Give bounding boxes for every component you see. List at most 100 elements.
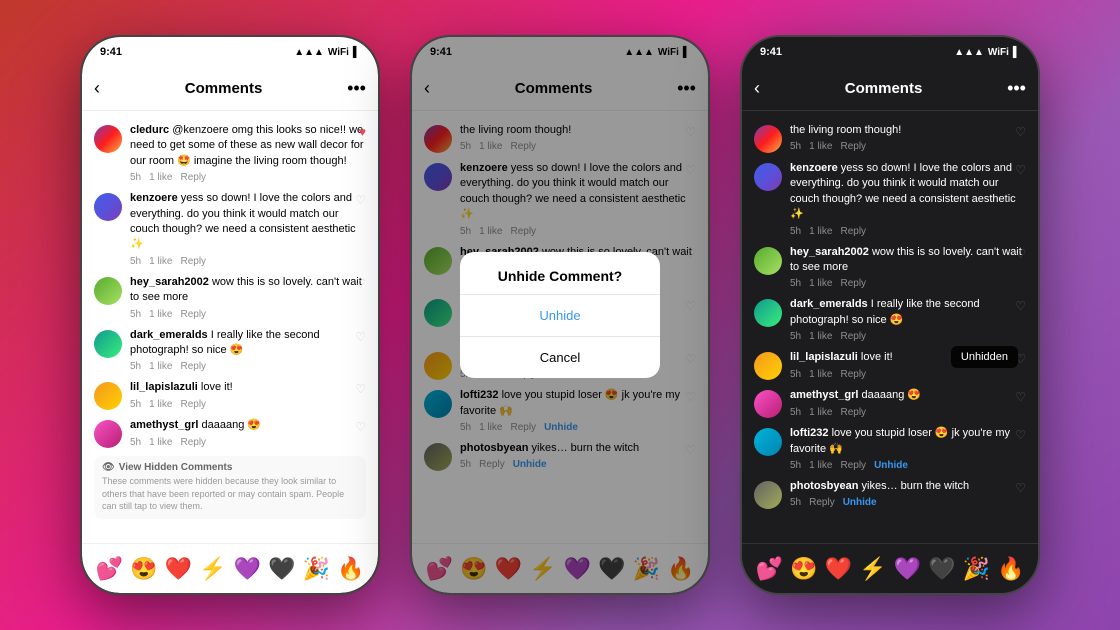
emoji-6-right[interactable]: 🖤	[928, 556, 955, 582]
heart-photos-right[interactable]: ♡	[1015, 481, 1026, 495]
reply-photos-right[interactable]: Reply	[809, 497, 835, 508]
heart-1-right[interactable]: ♡	[1015, 125, 1026, 139]
comment-1-left: cledurc @kenzoere omg this looks so nice…	[82, 119, 378, 187]
emoji-8-right[interactable]: 🔥	[997, 556, 1024, 582]
heart-1[interactable]: ♥	[359, 125, 366, 139]
signal-icon: ▲▲▲	[294, 47, 324, 58]
likes-5: 1 like	[149, 399, 172, 410]
reply-btn-1[interactable]: Reply	[180, 172, 206, 183]
username-2: kenzoere	[130, 192, 178, 204]
username-3: hey_sarah2002	[130, 276, 209, 288]
back-button-left[interactable]: ‹	[94, 78, 100, 99]
heart-4[interactable]: ♡	[355, 330, 366, 344]
heart-2[interactable]: ♡	[355, 193, 366, 207]
emoji-7-right[interactable]: 🎉	[963, 556, 990, 582]
likes-6-right: 1 like	[809, 407, 832, 418]
emoji-2-right[interactable]: 😍	[790, 556, 817, 582]
nav-title-right: Comments	[845, 80, 923, 97]
more-button-right[interactable]: •••	[1007, 78, 1026, 99]
reply-btn-5[interactable]: Reply	[180, 399, 206, 410]
more-button-left[interactable]: •••	[347, 78, 366, 99]
time-3-right: 5h	[790, 278, 801, 289]
likes-2: 1 like	[149, 256, 172, 267]
emoji-3-right[interactable]: ❤️	[825, 556, 852, 582]
emoji-confetti[interactable]: 🎉	[303, 556, 330, 582]
unhide-comment-modal: Unhide Comment? Unhide Cancel	[460, 252, 660, 378]
reply-5-right[interactable]: Reply	[840, 369, 866, 380]
heart-4-right[interactable]: ♡	[1015, 299, 1026, 313]
reply-lofti-right[interactable]: Reply	[840, 460, 866, 471]
unhide-confirm-button[interactable]: Unhide	[460, 295, 660, 336]
meta-1: 5h 1 like Reply	[130, 172, 366, 183]
reply-1-right[interactable]: Reply	[840, 141, 866, 152]
emoji-5-right[interactable]: 💜	[894, 556, 921, 582]
heart-3-right[interactable]: ♡	[1015, 247, 1026, 261]
comment-text-3-right: hey_sarah2002 wow this is so lovely. can…	[790, 245, 1026, 276]
avatar-lil-l	[94, 382, 122, 410]
reply-btn-2[interactable]: Reply	[180, 256, 206, 267]
cancel-button[interactable]: Cancel	[460, 337, 660, 378]
username-5: lil_lapislazuli	[130, 381, 198, 393]
meta-4-right: 5h 1 like Reply	[790, 331, 1026, 342]
heart-6-right[interactable]: ♡	[1015, 390, 1026, 404]
wifi-icon: WiFi	[328, 47, 349, 58]
mention-1: @kenzoere	[172, 124, 228, 136]
avatar-3-right	[754, 247, 782, 275]
modal-overlay: Unhide Comment? Unhide Cancel	[412, 37, 708, 593]
likes-1: 1 like	[149, 172, 172, 183]
unhide-lofti-right[interactable]: Unhide	[874, 460, 908, 471]
avatar-2-right	[754, 163, 782, 191]
emoji-4-right[interactable]: ⚡	[859, 556, 886, 582]
heart-3[interactable]: ♡	[355, 277, 366, 291]
emoji-lightning[interactable]: ⚡	[199, 556, 226, 582]
battery-icon: ▌	[353, 47, 360, 58]
avatar-5-right	[754, 352, 782, 380]
avatar-6-right	[754, 390, 782, 418]
avatar-dark-emeralds-l	[94, 330, 122, 358]
status-icons-left: ▲▲▲ WiFi ▌	[294, 47, 360, 58]
reply-6-right[interactable]: Reply	[840, 407, 866, 418]
view-hidden-label[interactable]: View Hidden Comments	[119, 462, 233, 473]
emoji-black-heart[interactable]: 🖤	[268, 556, 295, 582]
hidden-comments-banner[interactable]: 👁 View Hidden Comments These comments we…	[94, 456, 366, 519]
comment-text-5: lil_lapislazuli love it!	[130, 380, 366, 395]
emoji-1-right[interactable]: 💕	[756, 556, 783, 582]
text-body-5: love it!	[201, 381, 233, 393]
unhide-photos-right[interactable]: Unhide	[843, 497, 877, 508]
hidden-comments-title: 👁 View Hidden Comments	[102, 462, 358, 473]
emoji-purple-heart[interactable]: 💜	[234, 556, 261, 582]
comment-content-1-right: the living room though! 5h 1 like Reply	[790, 123, 1026, 153]
meta-1-right: 5h 1 like Reply	[790, 141, 1026, 152]
heart-lofti-right[interactable]: ♡	[1015, 428, 1026, 442]
heart-6[interactable]: ♡	[355, 420, 366, 434]
comment-text-6: amethyst_grl daaaang 😍	[130, 418, 366, 433]
text-body-photos-right: yikes… burn the witch	[862, 480, 970, 492]
emoji-heart-eyes[interactable]: 😍	[130, 556, 157, 582]
emoji-heart-sparkle[interactable]: 💕	[96, 556, 123, 582]
likes-4-right: 1 like	[809, 331, 832, 342]
comments-area-left: cledurc @kenzoere omg this looks so nice…	[82, 111, 378, 543]
comment-content-2-right: kenzoere yess so down! I love the colors…	[790, 161, 1026, 237]
meta-6: 5h 1 like Reply	[130, 437, 366, 448]
modal-title: Unhide Comment?	[460, 252, 660, 294]
comment-text-4: dark_emeralds I really like the second p…	[130, 328, 366, 359]
reply-btn-3[interactable]: Reply	[180, 309, 206, 320]
emoji-red-heart[interactable]: ❤️	[165, 556, 192, 582]
meta-photos-right: 5h Reply Unhide	[790, 497, 1026, 508]
reply-4-right[interactable]: Reply	[840, 331, 866, 342]
reply-2-right[interactable]: Reply	[840, 226, 866, 237]
heart-5[interactable]: ♡	[355, 382, 366, 396]
time-2-right: 5h	[790, 226, 801, 237]
reply-btn-6[interactable]: Reply	[180, 437, 206, 448]
right-phone: 9:41 ▲▲▲ WiFi ▌ ‹ Comments ••• the livin…	[740, 35, 1040, 595]
reply-btn-4[interactable]: Reply	[180, 361, 206, 372]
reply-3-right[interactable]: Reply	[840, 278, 866, 289]
time-5-right: 5h	[790, 369, 801, 380]
meta-5-right: 5h 1 like Reply	[790, 369, 1026, 380]
emoji-fire[interactable]: 🔥	[337, 556, 364, 582]
comment-5-left: lil_lapislazuli love it! 5h 1 like Reply…	[82, 376, 378, 414]
back-button-right[interactable]: ‹	[754, 78, 760, 99]
comment-content-3-right: hey_sarah2002 wow this is so lovely. can…	[790, 245, 1026, 290]
heart-2-right[interactable]: ♡	[1015, 163, 1026, 177]
nav-bar-right: ‹ Comments •••	[742, 67, 1038, 111]
